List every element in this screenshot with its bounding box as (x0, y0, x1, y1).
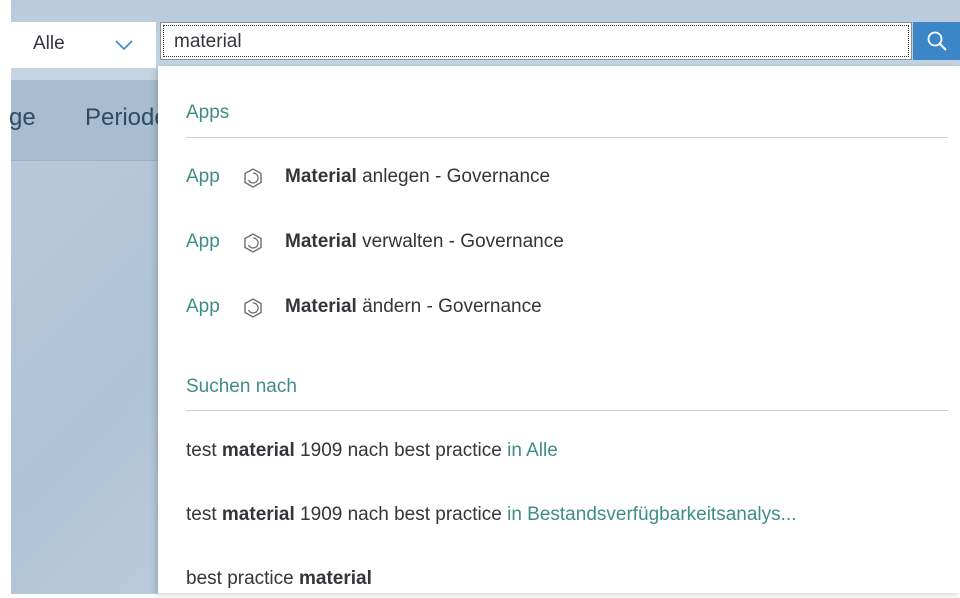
app-suggestion-title: Material ändern - Governance (285, 296, 542, 317)
search-button[interactable] (913, 22, 960, 60)
search-input-value: material (174, 31, 242, 52)
search-suggestion[interactable]: best practice material (186, 568, 956, 598)
search-suggestion[interactable]: test material 1909 nach best practice in… (186, 440, 956, 470)
search-suggestion[interactable]: test material 1909 nach best practice in… (186, 504, 956, 534)
window-edge (0, 0, 11, 593)
background-content (11, 160, 158, 594)
app-suggestion[interactable]: App Material anlegen - Governance (186, 166, 956, 196)
app-kind-label: App (186, 231, 220, 252)
section-divider (186, 137, 948, 138)
search-input[interactable]: material (160, 22, 912, 60)
apps-section-heading: Apps (186, 102, 230, 123)
search-scope-label: Alle (33, 33, 65, 54)
search-scope-select[interactable]: Alle (11, 22, 156, 68)
background-tab[interactable]: Periode (85, 104, 168, 132)
suggestion-scope: in Bestandsverfügbarkeitsanalys... (507, 504, 797, 525)
app-suggestion[interactable]: App Material ändern - Governance (186, 296, 956, 326)
app-suggestion-title: Material anlegen - Governance (285, 166, 551, 187)
app-kind-label: App (186, 166, 220, 187)
app-kind-label: App (186, 296, 220, 317)
chevron-down-icon (115, 40, 133, 51)
background-tab-bar: ge Periode (9, 80, 168, 160)
app-suggestion-title: Material verwalten - Governance (285, 231, 564, 252)
suggestion-scope: in Alle (507, 440, 558, 461)
app-tile-icon (244, 168, 262, 188)
app-tile-icon (244, 233, 262, 253)
section-divider (186, 410, 948, 411)
app-suggestion[interactable]: App Material verwalten - Governance (186, 231, 956, 261)
search-icon (927, 31, 947, 51)
background-tab[interactable]: ge (9, 104, 36, 132)
app-tile-icon (244, 298, 262, 318)
search-section-heading: Suchen nach (186, 376, 297, 397)
search-suggestions-dropdown: Apps App Material anlegen - Governance A… (158, 66, 960, 593)
